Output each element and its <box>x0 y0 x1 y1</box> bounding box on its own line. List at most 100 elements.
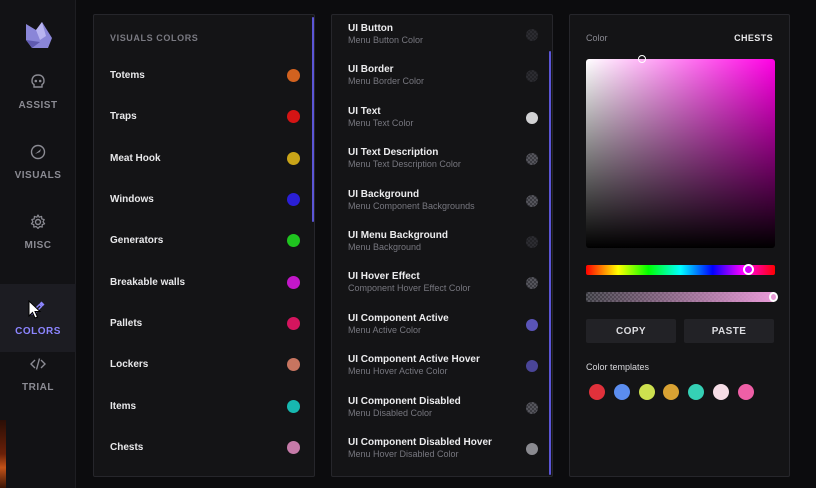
visual-color-row[interactable]: Pallets <box>110 313 300 333</box>
visuals-colors-panel: VISUALS COLORS Totems Traps Meat Hook Windo… <box>93 14 315 477</box>
color-swatch[interactable] <box>526 443 538 455</box>
ui-color-title: UI Hover Effect <box>348 271 420 283</box>
visual-color-label: Lockers <box>110 358 149 370</box>
ui-color-row[interactable]: UI Hover Effect Component Hover Effect Co… <box>348 271 538 303</box>
color-swatch[interactable] <box>526 318 538 331</box>
visual-color-row[interactable]: Meat Hook <box>110 148 300 168</box>
ui-colors-scrollbar[interactable] <box>549 51 551 475</box>
color-label: Color <box>586 33 608 43</box>
background-lava-strip <box>0 420 6 488</box>
visual-color-row[interactable]: Chests <box>110 437 300 457</box>
nav-visuals-label: VISUALS <box>14 170 62 181</box>
visuals-scrollbar[interactable] <box>312 17 314 222</box>
alpha-gradient <box>586 292 775 302</box>
visual-color-row[interactable]: Windows <box>110 189 300 209</box>
ui-color-title: UI Text <box>348 105 381 117</box>
ui-color-row[interactable]: UI Text Description Menu Text Description… <box>348 147 538 179</box>
color-swatch[interactable] <box>287 440 300 454</box>
ui-color-title: UI Border <box>348 64 394 76</box>
nav-visuals[interactable]: VISUALS <box>0 128 76 196</box>
skull-icon <box>31 74 45 88</box>
color-swatch[interactable] <box>526 277 538 290</box>
visual-color-row[interactable]: Lockers <box>110 354 300 374</box>
color-swatch[interactable] <box>526 153 538 166</box>
visual-color-row[interactable]: Generators <box>110 230 300 250</box>
ui-color-row[interactable]: UI Border Menu Border Color <box>348 64 538 96</box>
ui-color-description: Menu Text Description Color <box>348 159 461 170</box>
nav-misc-label: MISC <box>24 240 52 251</box>
ui-color-row[interactable]: UI Text Menu Text Color <box>348 106 538 138</box>
hue-slider[interactable] <box>586 264 775 275</box>
visual-color-label: Items <box>110 400 137 412</box>
color-swatch[interactable] <box>287 68 300 82</box>
ui-color-description: Menu Text Color <box>348 117 414 128</box>
ui-color-row[interactable]: UI Component Disabled Hover Menu Hover Di… <box>348 437 538 469</box>
color-template-swatch[interactable] <box>663 384 680 400</box>
nav-assist-label: ASSIST <box>18 100 58 111</box>
ui-color-row[interactable]: UI Component Active Hover Menu Hover Acti… <box>348 354 538 386</box>
code-icon <box>30 358 46 370</box>
ui-colors-panel: UI Button Menu Button Color UI Border Menu … <box>331 14 553 477</box>
ui-color-row[interactable]: UI Button Menu Button Color <box>348 23 538 55</box>
nav-assist[interactable]: ASSIST <box>0 58 76 126</box>
color-swatch[interactable] <box>287 109 300 123</box>
visual-color-row[interactable]: Traps <box>110 106 300 126</box>
gear-icon <box>30 214 46 229</box>
color-template-swatch[interactable] <box>737 384 754 400</box>
color-template-swatch[interactable] <box>638 384 655 400</box>
ui-color-description: Menu Hover Disabled Color <box>348 449 459 459</box>
wolf-logo-icon <box>26 22 52 48</box>
ui-color-row[interactable]: UI Menu Background Menu Background <box>348 230 538 262</box>
ui-color-description: Menu Border Color <box>348 76 425 87</box>
color-swatch[interactable] <box>526 111 538 124</box>
color-templates-label: Color templates <box>586 362 650 372</box>
color-swatch[interactable] <box>287 192 300 206</box>
alpha-slider[interactable] <box>586 292 775 302</box>
nav-colors-label: COLORS <box>15 326 61 337</box>
ui-color-description: Menu Hover Active Color <box>348 366 448 377</box>
visual-color-label: Traps <box>110 110 137 122</box>
saturation-value-handle[interactable] <box>638 55 646 63</box>
color-swatch[interactable] <box>287 275 300 289</box>
ui-color-row[interactable]: UI Component Active Menu Active Color <box>348 313 538 345</box>
color-swatch[interactable] <box>526 70 538 83</box>
sidebar: ASSIST VISUALS MISC COLORS TRIAL <box>0 0 76 488</box>
visual-color-row[interactable]: Breakable walls <box>110 272 300 292</box>
color-template-swatch[interactable] <box>713 384 729 400</box>
color-template-swatch[interactable] <box>688 384 705 400</box>
color-swatch[interactable] <box>526 29 538 41</box>
color-swatch[interactable] <box>526 360 538 373</box>
nav-trial[interactable]: TRIAL <box>0 340 76 408</box>
visual-color-row[interactable]: Items <box>110 396 300 416</box>
ui-color-description: Menu Background <box>348 242 422 252</box>
color-template-swatch[interactable] <box>589 384 605 400</box>
color-template-swatch[interactable] <box>613 384 630 400</box>
ui-color-title: UI Component Disabled Hover <box>348 437 492 448</box>
ui-color-description: Menu Component Backgrounds <box>348 200 475 211</box>
ui-color-title: UI Button <box>348 23 393 34</box>
ui-color-title: UI Component Active <box>348 312 449 324</box>
saturation-value-picker[interactable] <box>586 55 775 248</box>
hue-slider-handle[interactable] <box>743 264 754 275</box>
color-swatch[interactable] <box>287 233 300 247</box>
copy-button[interactable]: COPY <box>586 319 676 343</box>
ui-color-row[interactable]: UI Component Disabled Menu Disabled Color <box>348 396 538 428</box>
visual-color-label: Windows <box>110 193 154 205</box>
nav-misc[interactable]: MISC <box>0 198 76 266</box>
color-swatch[interactable] <box>287 151 300 165</box>
color-swatch[interactable] <box>287 357 300 371</box>
color-picker-panel: Color CHESTS COPY PASTE Color templates <box>569 14 790 477</box>
visual-color-label: Totems <box>110 69 145 81</box>
ui-color-title: UI Background <box>348 188 420 200</box>
ui-color-row[interactable]: UI Background Menu Component Backgrounds <box>348 189 538 221</box>
color-swatch[interactable] <box>526 194 538 207</box>
visual-color-label: Meat Hook <box>110 152 161 164</box>
color-swatch[interactable] <box>526 236 538 248</box>
color-swatch[interactable] <box>287 316 300 330</box>
ui-color-title: UI Text Description <box>348 147 439 159</box>
color-swatch[interactable] <box>526 401 538 414</box>
paste-button[interactable]: PASTE <box>684 319 774 343</box>
color-swatch[interactable] <box>287 399 300 413</box>
visual-color-row[interactable]: Totems <box>110 65 300 85</box>
alpha-slider-handle[interactable] <box>769 292 778 302</box>
